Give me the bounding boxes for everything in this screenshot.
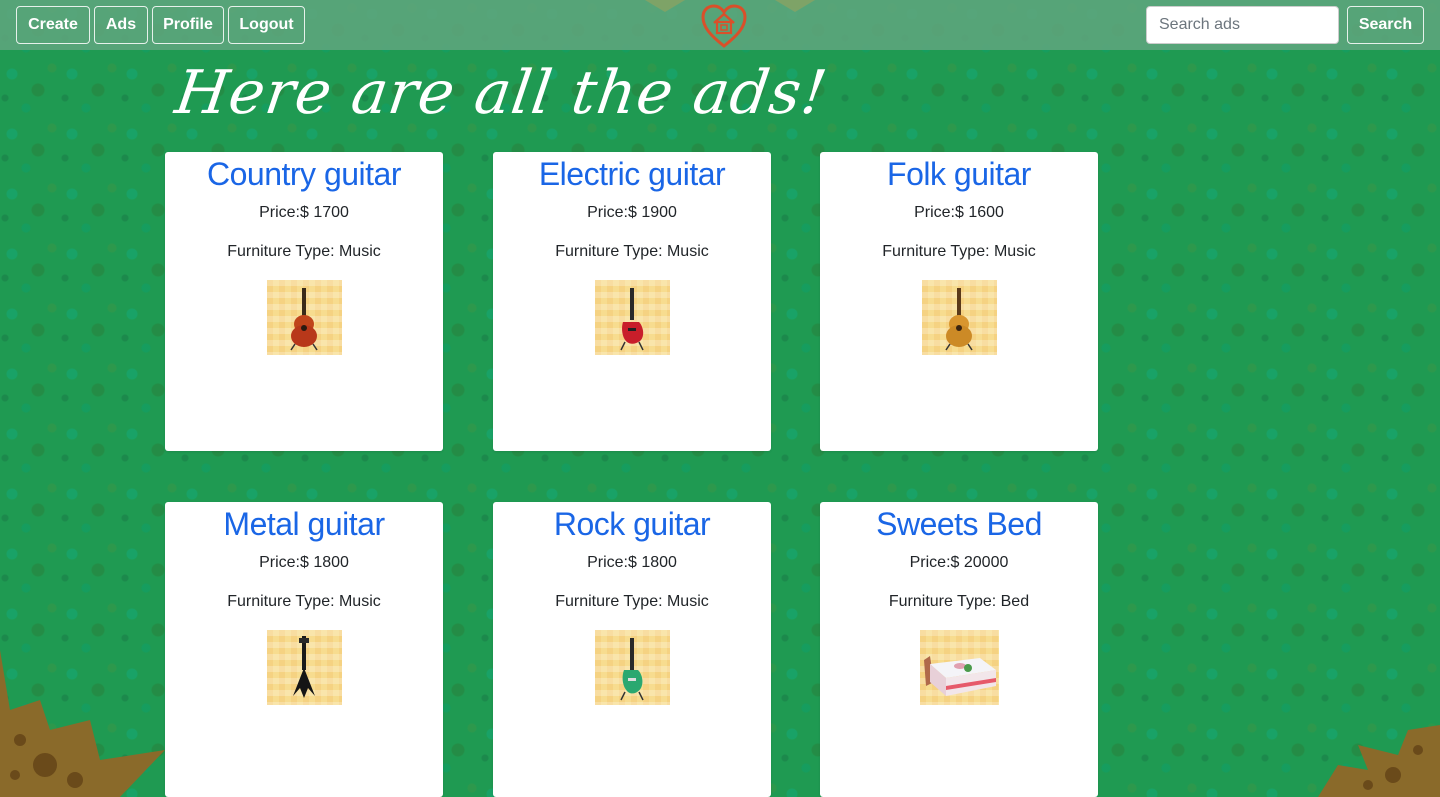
ad-card[interactable]: Country guitar Price:$ 1700 Furniture Ty… (165, 152, 443, 451)
ad-price: Price:$ 1900 (587, 204, 677, 221)
ad-price: Price:$ 1800 (587, 554, 677, 571)
ad-furniture-type: Furniture Type: Music (227, 243, 381, 260)
search-input[interactable] (1146, 6, 1339, 44)
ad-card[interactable]: Folk guitar Price:$ 1600 Furniture Type:… (820, 152, 1098, 451)
bed-icon (919, 630, 999, 705)
ad-card[interactable]: Rock guitar Price:$ 1800 Furniture Type:… (493, 502, 771, 797)
ad-furniture-type: Furniture Type: Music (555, 593, 709, 610)
ad-title[interactable]: Country guitar (165, 152, 443, 193)
ad-card[interactable]: Sweets Bed Price:$ 20000 Furniture Type:… (820, 502, 1098, 797)
logout-button[interactable]: Logout (228, 6, 305, 44)
ad-title[interactable]: Metal guitar (165, 502, 443, 543)
ad-title[interactable]: Sweets Bed (820, 502, 1098, 543)
electric-guitar-icon (594, 280, 670, 355)
bush-decoration (0, 650, 165, 797)
electric-guitar-icon (594, 630, 670, 705)
ad-furniture-type: Furniture Type: Music (227, 593, 381, 610)
profile-button[interactable]: Profile (152, 6, 224, 44)
ad-title[interactable]: Rock guitar (493, 502, 771, 543)
ads-button[interactable]: Ads (94, 6, 148, 44)
navbar: Create Ads Profile Logout Search (0, 0, 1440, 50)
ad-card[interactable]: Electric guitar Price:$ 1900 Furniture T… (493, 152, 771, 451)
bush-decoration (1318, 725, 1440, 797)
ad-furniture-type: Furniture Type: Music (555, 243, 709, 260)
create-button[interactable]: Create (16, 6, 90, 44)
ad-price: Price:$ 1700 (259, 204, 349, 221)
search-button[interactable]: Search (1347, 6, 1424, 44)
ad-price: Price:$ 20000 (909, 554, 1009, 571)
ad-furniture-type: Furniture Type: Music (882, 243, 1036, 260)
ad-card[interactable]: Metal guitar Price:$ 1800 Furniture Type… (165, 502, 443, 797)
ad-price: Price:$ 1600 (914, 204, 1004, 221)
ad-title[interactable]: Folk guitar (820, 152, 1098, 193)
acoustic-guitar-icon (921, 280, 997, 355)
ad-price: Price:$ 1800 (259, 554, 349, 571)
page-title: Here are all the ads! (171, 58, 832, 128)
ad-furniture-type: Furniture Type: Bed (888, 593, 1030, 610)
ad-title[interactable]: Electric guitar (493, 152, 771, 193)
house-heart-icon[interactable] (700, 3, 748, 49)
acoustic-guitar-icon (266, 280, 342, 355)
metal-guitar-icon (266, 630, 342, 705)
